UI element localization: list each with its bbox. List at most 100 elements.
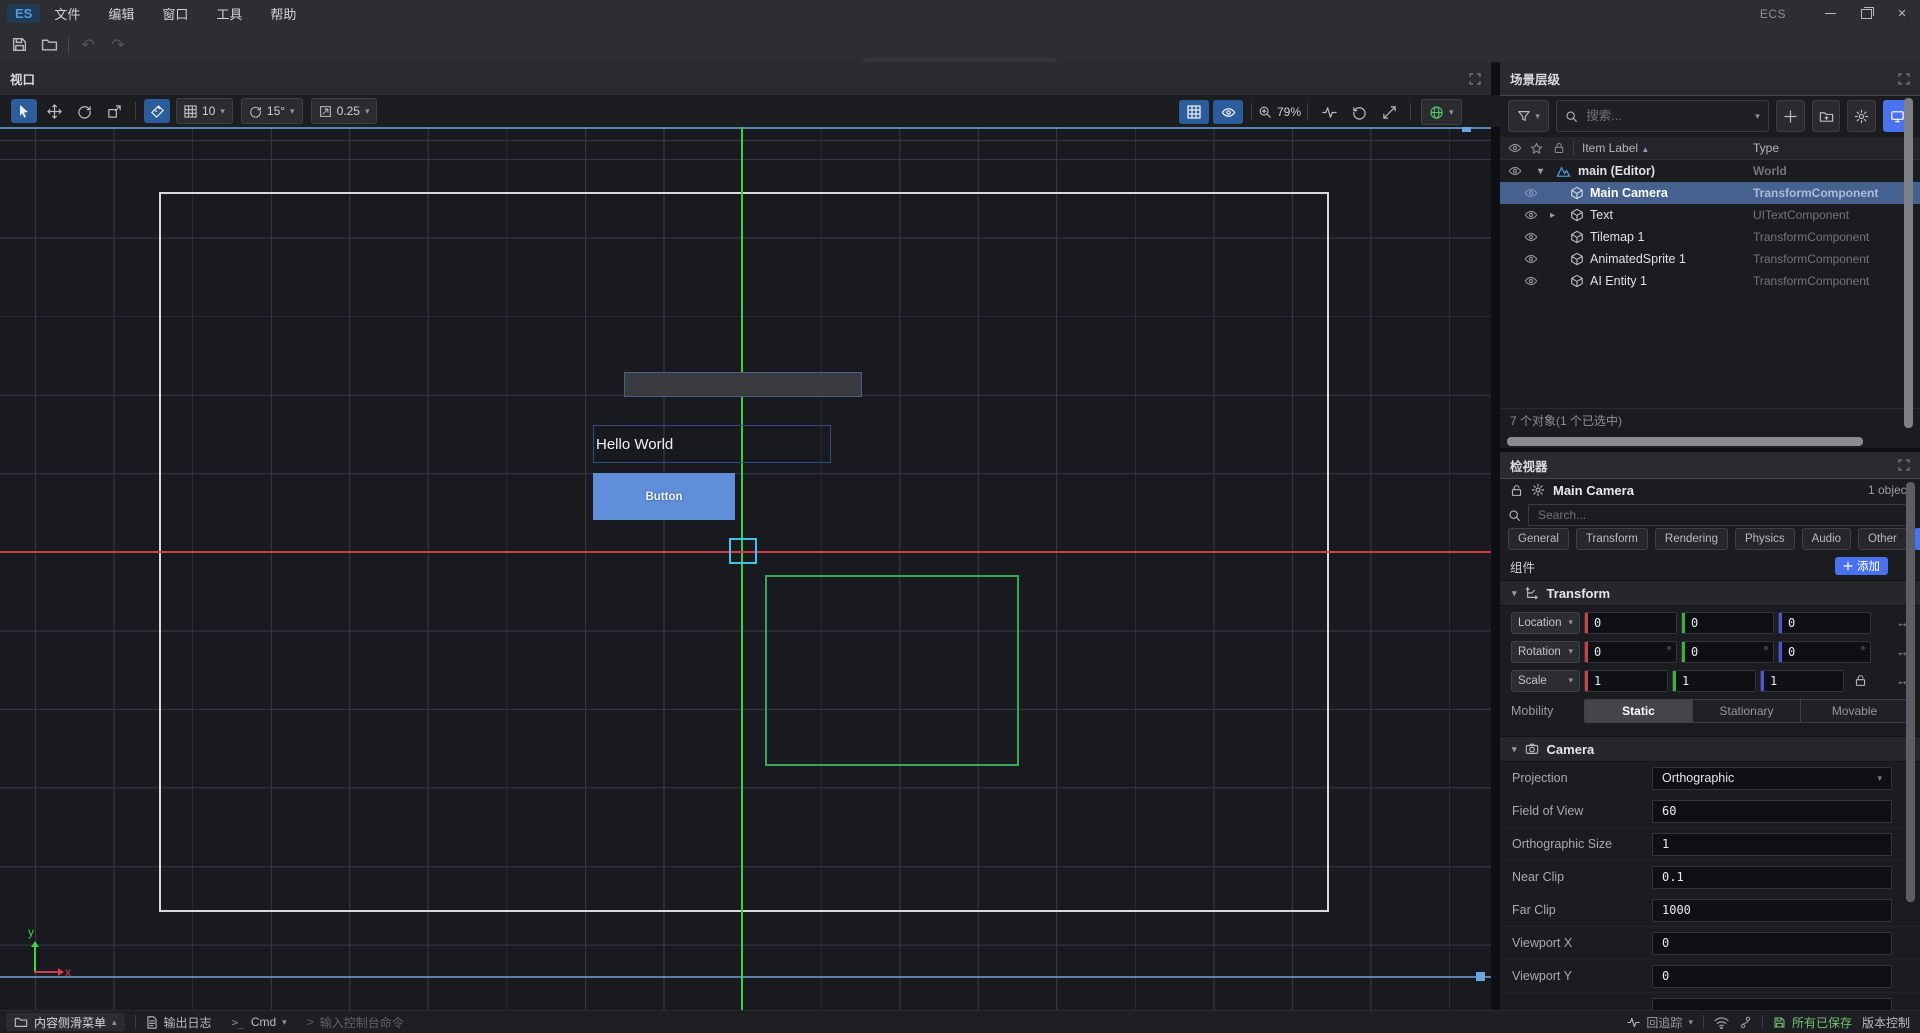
far-clip-input[interactable]: 1000 [1652, 899, 1892, 922]
hierarchy-row-animatedsprite[interactable]: AnimatedSprite 1 TransformComponent [1500, 248, 1920, 270]
select-tool-button[interactable] [11, 99, 37, 123]
near-clip-input[interactable]: 0.1 [1652, 866, 1892, 889]
add-entity-button[interactable] [1776, 100, 1805, 132]
mobility-stationary[interactable]: Stationary [1693, 700, 1801, 722]
viewport-y-input[interactable]: 0 [1652, 965, 1892, 988]
inspector-search-box[interactable] [1528, 504, 1912, 526]
maximize-button[interactable] [1848, 0, 1884, 27]
close-button[interactable]: × [1884, 0, 1920, 27]
hierarchy-v-scrollbar[interactable] [1904, 98, 1913, 428]
hierarchy-row-main-camera[interactable]: Main Camera TransformComponent [1500, 182, 1920, 204]
version-control-button[interactable]: 版本控制 [1862, 1014, 1910, 1031]
location-dropdown[interactable]: Location▾ [1511, 612, 1580, 634]
hierarchy-h-scrollbar[interactable] [1507, 437, 1863, 446]
field-of-view-input[interactable]: 60 [1652, 800, 1892, 823]
expand-panel-icon[interactable] [1469, 73, 1481, 85]
ui-canvas-handle[interactable] [1462, 127, 1471, 132]
eye-icon[interactable] [1524, 252, 1538, 266]
column-item-label[interactable]: Item Label ▲ [1582, 141, 1649, 155]
zoom-indicator[interactable]: 79% [1258, 105, 1301, 119]
scale-z-field[interactable]: 1 [1760, 670, 1844, 692]
rotation-dropdown[interactable]: Rotation▾ [1511, 641, 1580, 663]
partial-input[interactable] [1652, 998, 1892, 1010]
expand-panel-icon[interactable] [1898, 73, 1910, 85]
scale-x-field[interactable]: 1 [1584, 670, 1668, 692]
eye-icon[interactable] [1524, 230, 1538, 244]
eye-icon[interactable] [1524, 208, 1538, 222]
add-component-button[interactable]: 添加 [1835, 557, 1888, 575]
hierarchy-row-ai-entity[interactable]: AI Entity 1 TransformComponent [1500, 270, 1920, 292]
menu-edit[interactable]: 编辑 [94, 0, 148, 27]
save-status[interactable]: 所有已保存 [1773, 1014, 1852, 1031]
console-input[interactable]: > 输入控制台命令 [307, 1014, 404, 1031]
rotation-z-field[interactable]: 0° [1778, 641, 1871, 663]
menu-help[interactable]: 帮助 [256, 0, 310, 27]
viewport-x-input[interactable]: 0 [1652, 932, 1892, 955]
hierarchy-settings-button[interactable] [1847, 100, 1876, 132]
expand-chevron-icon[interactable]: ▸ [1550, 210, 1555, 221]
collapse-chevron-icon[interactable]: ▾ [1538, 166, 1543, 177]
world-view-dropdown[interactable]: ▾ [1421, 99, 1462, 125]
undo-button[interactable]: ↶ [73, 32, 103, 58]
tab-physics[interactable]: Physics [1735, 528, 1795, 550]
inspector-search-input[interactable] [1536, 507, 1904, 523]
expand-panel-icon[interactable] [1898, 459, 1910, 471]
gizmo-visibility-button[interactable] [1213, 100, 1243, 124]
rotate-tool-button[interactable] [71, 99, 97, 123]
save-button[interactable] [4, 32, 34, 58]
cmd-dropdown[interactable]: >_ Cmd ▾ [232, 1015, 287, 1029]
menu-window[interactable]: 窗口 [148, 0, 202, 27]
scale-dropdown[interactable]: Scale▾ [1511, 670, 1580, 692]
fit-view-button[interactable] [1376, 100, 1402, 124]
ui-panel-element[interactable] [624, 372, 862, 397]
grid-snap-dropdown[interactable]: 10 ▾ [176, 98, 233, 124]
network-icon[interactable] [1714, 1016, 1729, 1029]
camera-section-header[interactable]: ▾ Camera [1500, 736, 1920, 762]
location-x-field[interactable]: 0 [1584, 612, 1677, 634]
hierarchy-row-tilemap[interactable]: Tilemap 1 TransformComponent [1500, 226, 1920, 248]
transform-section-header[interactable]: ▾ Transform [1500, 580, 1920, 606]
eye-icon[interactable] [1524, 274, 1538, 288]
open-folder-button[interactable] [34, 32, 64, 58]
column-type[interactable]: Type [1753, 141, 1779, 155]
move-tool-button[interactable] [41, 99, 67, 123]
tab-transform[interactable]: Transform [1576, 528, 1648, 550]
menu-tools[interactable]: 工具 [202, 0, 256, 27]
orthographic-size-input[interactable]: 1 [1652, 833, 1892, 856]
tab-general[interactable]: General [1508, 528, 1569, 550]
content-drawer-button[interactable]: 内容侧滑菜单 ▴ [6, 1013, 125, 1031]
ui-text-element[interactable]: Hello World [593, 425, 831, 463]
hierarchy-search-input[interactable] [1584, 108, 1749, 124]
new-folder-button[interactable] [1812, 100, 1841, 132]
redo-button[interactable]: ↷ [103, 32, 133, 58]
tab-other[interactable]: Other [1858, 528, 1907, 550]
lock-icon[interactable] [1854, 674, 1867, 687]
minimize-button[interactable] [1812, 0, 1848, 27]
rotation-y-field[interactable]: 0° [1681, 641, 1774, 663]
snap-toggle-button[interactable] [144, 99, 170, 123]
tab-rendering[interactable]: Rendering [1655, 528, 1728, 550]
location-y-field[interactable]: 0 [1681, 612, 1774, 634]
reset-view-button[interactable] [1346, 100, 1372, 124]
location-z-field[interactable]: 0 [1778, 612, 1871, 634]
hierarchy-search-box[interactable]: ▾ [1556, 100, 1769, 132]
inspector-v-scrollbar[interactable] [1906, 482, 1915, 902]
selected-entity-gizmo[interactable] [729, 538, 757, 564]
trace-dropdown[interactable]: 回追踪 ▾ [1627, 1014, 1693, 1031]
lock-icon[interactable] [1510, 484, 1523, 497]
stats-button[interactable] [1316, 100, 1342, 124]
menu-file[interactable]: 文件 [40, 0, 94, 27]
branch-icon[interactable] [1739, 1016, 1752, 1029]
filter-dropdown-button[interactable]: ▾ [1508, 100, 1549, 132]
scale-y-field[interactable]: 1 [1672, 670, 1756, 692]
eye-icon[interactable] [1524, 186, 1538, 200]
ui-button-element[interactable]: Button [593, 473, 735, 520]
rotation-snap-dropdown[interactable]: 15° ▾ [241, 98, 303, 124]
eye-icon[interactable] [1508, 164, 1522, 178]
tab-audio[interactable]: Audio [1802, 528, 1851, 550]
scale-tool-button[interactable] [101, 99, 127, 123]
hierarchy-row-main[interactable]: ▾ main (Editor) World [1500, 160, 1920, 182]
projection-dropdown[interactable]: Orthographic ▾ [1652, 767, 1892, 790]
gear-icon[interactable] [1531, 483, 1545, 497]
scale-snap-dropdown[interactable]: 0.25 ▾ [311, 98, 378, 124]
